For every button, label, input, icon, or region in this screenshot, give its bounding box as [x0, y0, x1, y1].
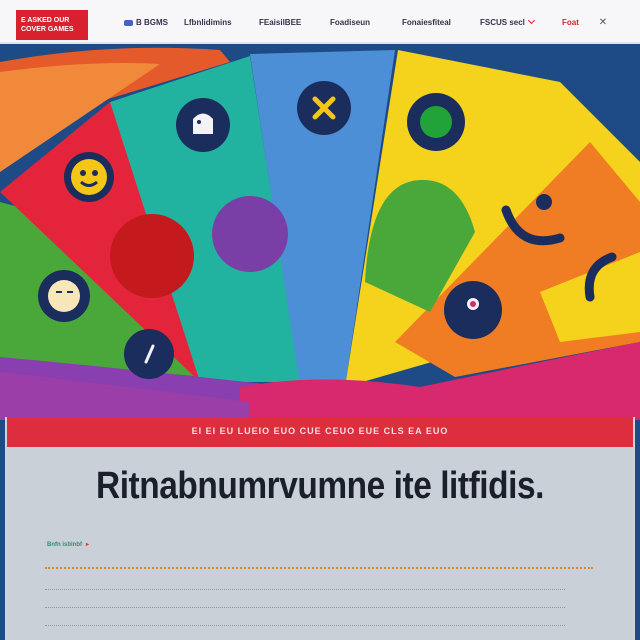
card-kicker: EI EI EU LUEIO EUO CUE CEUO EUE CLS EA E…	[191, 426, 449, 436]
card-meta[interactable]: Bnfn isblnbf ▸	[47, 541, 89, 548]
nav-label: Lfbnlidimins	[184, 18, 232, 27]
nav-label: FSCUS secl	[480, 18, 525, 27]
nav-item-2[interactable]: Lfbnlidimins	[184, 15, 232, 31]
divider	[45, 567, 593, 569]
purple-ball	[212, 196, 288, 272]
x-icon	[297, 81, 351, 135]
text-line-placeholder	[45, 607, 565, 608]
green-dot-icon	[407, 93, 465, 151]
nav-label: FEaisilBEE	[259, 18, 302, 27]
nav-label: Foat	[562, 18, 579, 27]
nav-item-5[interactable]: Fonaiesfiteal	[402, 15, 451, 31]
face-icon	[444, 281, 502, 339]
site-logo[interactable]: E ASKED OUR COVER GAMES	[16, 10, 88, 40]
flag-icon	[124, 19, 133, 26]
smiley-icon	[64, 152, 114, 202]
article-card[interactable]: EI EI EU LUEIO EUO CUE CEUO EUE CLS EA E…	[5, 417, 635, 640]
nav-item-1[interactable]: B BGMS	[124, 15, 168, 31]
nav-item-6[interactable]: FSCUS secl	[480, 15, 535, 31]
text-line-placeholder	[45, 625, 565, 626]
close-icon[interactable]: ✕	[596, 15, 610, 31]
card-title[interactable]: Ritnabnumrvumne ite litfidis.	[45, 465, 596, 508]
top-nav-bar: E ASKED OUR COVER GAMES B BGMS Lfbnlidim…	[0, 0, 640, 44]
fan-graphic	[0, 42, 640, 420]
main-nav: B BGMS Lfbnlidimins FEaisilBEE Foadiseun…	[118, 15, 618, 31]
red-ball	[110, 214, 194, 298]
logo-text: E ASKED OUR COVER GAMES	[21, 17, 74, 33]
nav-item-3[interactable]: FEaisilBEE	[259, 15, 301, 31]
card-meta-text: Bnfn isblnbf	[47, 542, 82, 548]
nav-label: Foadiseun	[330, 18, 371, 27]
nav-item-4[interactable]: Foadiseun	[330, 15, 370, 31]
ghost-icon	[176, 98, 230, 152]
card-header-band: EI EI EU LUEIO EUO CUE CEUO EUE CLS EA E…	[7, 417, 633, 447]
text-line-placeholder	[45, 589, 565, 590]
hero-illustration	[0, 42, 640, 420]
nav-item-7[interactable]: Foat	[562, 15, 579, 31]
nav-label: B BGMS	[136, 18, 168, 27]
arrow-icon: ▸	[86, 542, 90, 548]
chevron-down-icon	[527, 16, 535, 25]
page: E ASKED OUR COVER GAMES B BGMS Lfbnlidim…	[0, 0, 640, 640]
sleepy-face-icon	[38, 270, 90, 322]
nav-label: Fonaiesfiteal	[402, 18, 451, 27]
ball-icon	[124, 329, 174, 379]
